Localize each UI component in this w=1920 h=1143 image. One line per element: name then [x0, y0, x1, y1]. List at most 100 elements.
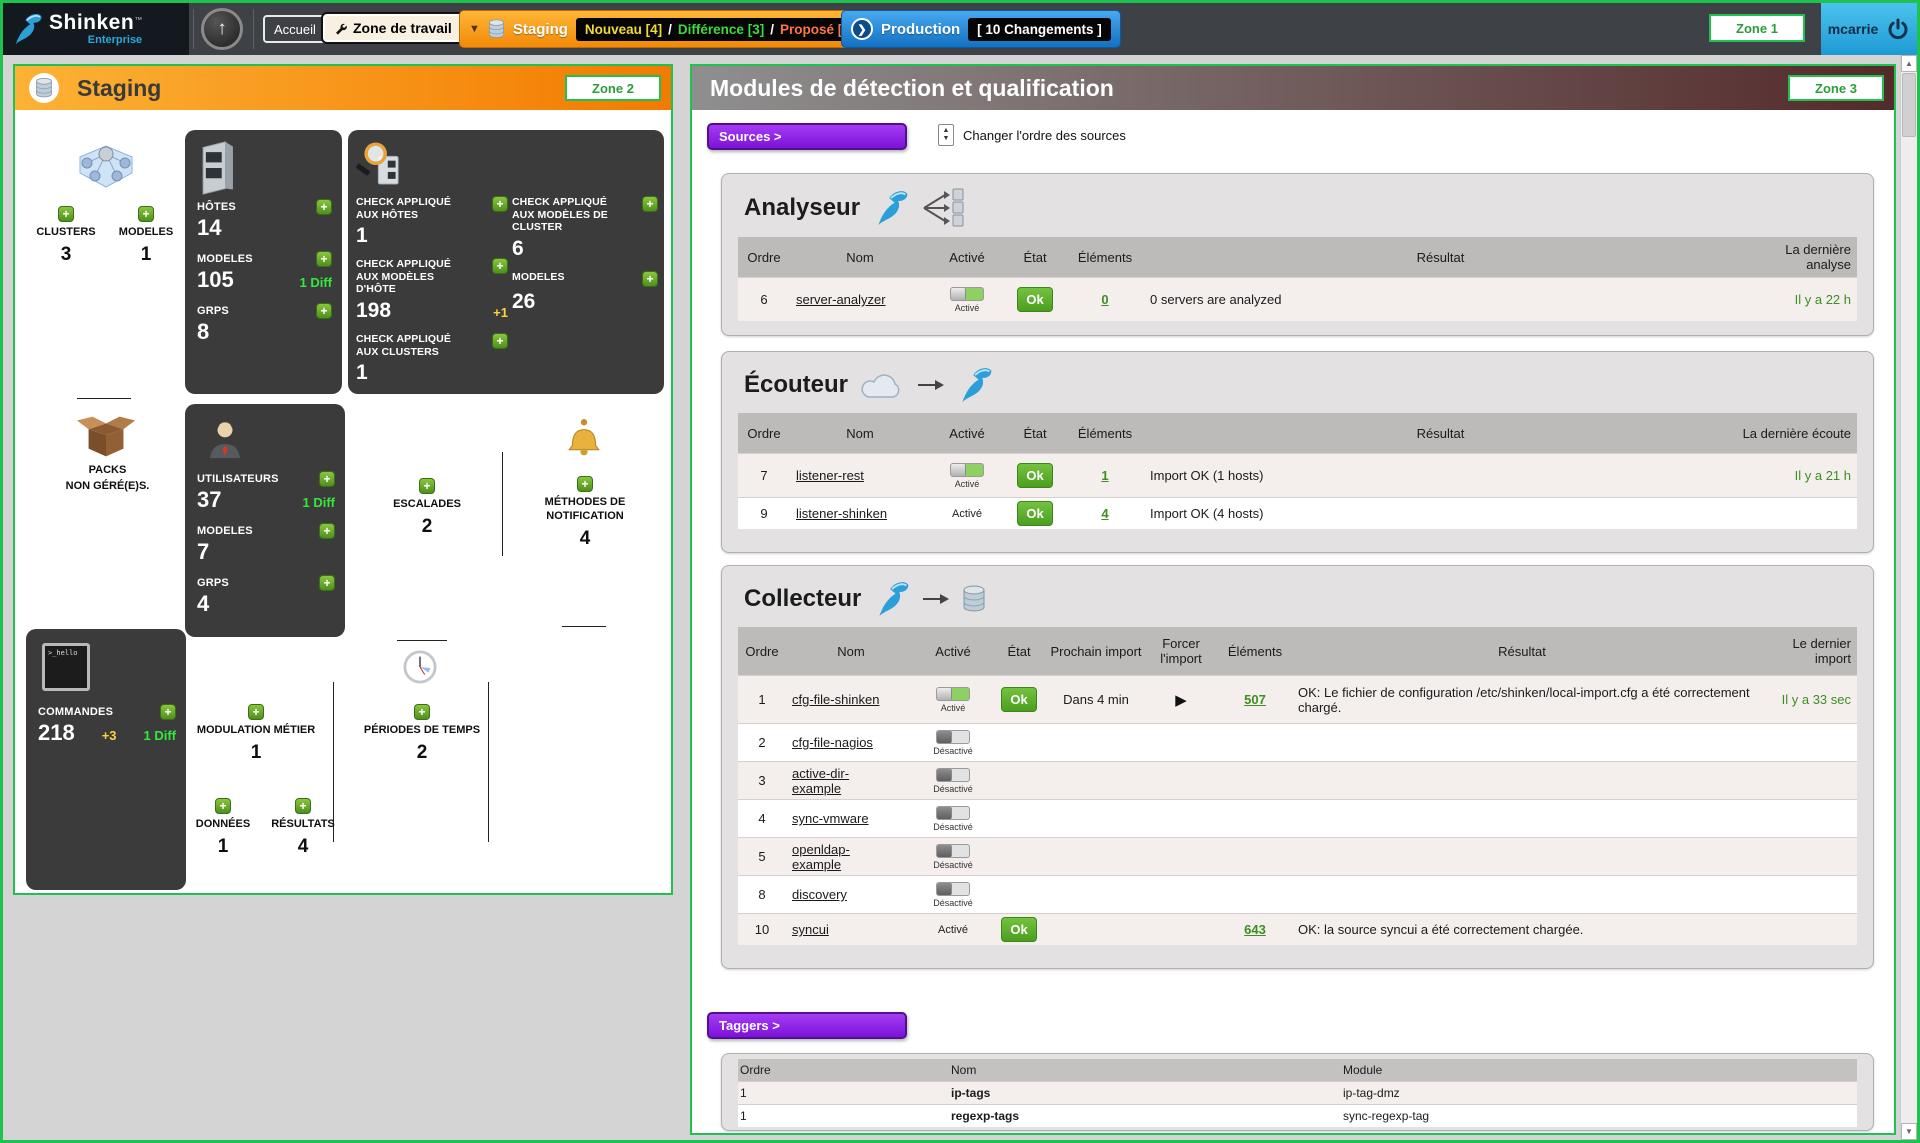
collecteur-card: Collecteur Ordre Nom Activé État Prochai… — [721, 565, 1874, 969]
add-check-model-button[interactable]: + — [642, 271, 658, 287]
production-changes-box[interactable]: [ 10 Changements ] — [968, 18, 1111, 41]
tagger-name[interactable]: regexp-tags — [949, 1105, 1341, 1127]
add-check-cluster-models-button[interactable]: + — [642, 196, 658, 212]
workzone-button[interactable]: Zone de travail — [321, 12, 465, 44]
chevron-down-icon[interactable]: ▼ — [469, 23, 480, 35]
add-escalade-button[interactable]: + — [419, 478, 435, 494]
status-ok-badge: Ok — [1017, 463, 1052, 488]
source-link[interactable]: syncui — [792, 922, 829, 937]
tagger-name[interactable]: ip-tags — [949, 1082, 1341, 1104]
production-selector[interactable]: ❯ Production [ 10 Changements ] — [841, 10, 1121, 48]
go-production-icon[interactable]: ❯ — [851, 18, 873, 40]
inactive-toggle[interactable] — [936, 844, 970, 858]
modules-panel-header: Modules de détection et qualification Zo… — [692, 66, 1894, 110]
terminal-icon: >_hello — [42, 643, 90, 691]
packs-label: PACKS — [89, 464, 127, 478]
timeperiods-value: 2 — [417, 742, 428, 764]
add-user-group-button[interactable]: + — [319, 575, 335, 591]
add-host-model-button[interactable]: + — [316, 251, 332, 267]
force-import-play-icon[interactable]: ▶ — [1175, 691, 1187, 709]
scrollbar-thumb[interactable] — [1902, 73, 1916, 137]
active-toggle[interactable] — [950, 463, 984, 477]
add-result-button[interactable]: + — [295, 798, 311, 814]
commands-row: COMMANDES+ 218+31 Diff — [38, 703, 176, 746]
user-menu[interactable]: mcarrie — [1821, 3, 1917, 55]
add-data-button[interactable]: + — [215, 798, 231, 814]
source-link[interactable]: server-analyzer — [796, 292, 886, 307]
inactive-toggle[interactable] — [936, 730, 970, 744]
elements-link[interactable]: 0 — [1101, 292, 1108, 307]
add-cluster-button[interactable]: + — [58, 206, 74, 222]
divider — [397, 640, 447, 641]
source-link[interactable]: openldap-example — [792, 842, 892, 872]
table-row: 1 regexp-tags sync-regexp-tag — [738, 1104, 1857, 1127]
zone2-badge: Zone 2 — [565, 75, 661, 101]
inactive-toggle[interactable] — [936, 768, 970, 782]
topbar-divider — [193, 9, 194, 49]
staging-panel-body: + CLUSTERS 3 + MODELES 1 HÔTES+ 14 MODEL… — [15, 110, 671, 893]
reorder-sources-control: ▲▼ Changer l'ordre des sources — [938, 124, 1126, 146]
result-text: 0 servers are analyzed — [1144, 278, 1737, 321]
add-check-clusters-button[interactable]: + — [492, 333, 508, 349]
result-text: Import OK (4 hosts) — [1144, 498, 1737, 529]
power-icon[interactable] — [1886, 17, 1910, 41]
table-row: 9 listener-shinken Activé Ok 4 Import OK… — [738, 497, 1857, 529]
elements-link[interactable]: 643 — [1244, 922, 1266, 937]
cluster-models-stat: + MODELES 1 — [107, 206, 185, 266]
home-button[interactable]: Accueil — [263, 15, 327, 43]
add-check-hosts-button[interactable]: + — [492, 196, 508, 212]
data-value: 1 — [218, 836, 229, 858]
user-groups-row: GRPS+ 4 — [197, 574, 335, 617]
escalades-label: ESCALADES — [393, 498, 461, 512]
scrollbar-up-button[interactable]: ▲ — [1901, 55, 1917, 72]
check-host-models-item: CHECK APPLIQUÉ AUX MODÈLES D'HÔTE+ 198+1 — [356, 258, 508, 322]
database-icon — [29, 73, 59, 103]
add-check-host-models-button[interactable]: + — [492, 258, 508, 274]
analyseur-card: Analyseur Ordre Nom Activé État Éléments… — [721, 173, 1874, 336]
add-command-button[interactable]: + — [160, 704, 176, 720]
fanout-servers-icon — [922, 187, 966, 229]
shinken-logo[interactable]: Shinken™ Enterprise — [3, 3, 189, 55]
inactive-toggle[interactable] — [936, 806, 970, 820]
collecteur-table-header: Ordre Nom Activé État Prochain import Fo… — [738, 627, 1857, 675]
tagger-module: ip-tag-dmz — [1341, 1082, 1857, 1104]
packs-stat[interactable]: PACKS NON GÉRÉ(E)S. — [50, 464, 165, 494]
table-row: 6 server-analyzer Activé Ok 0 0 servers … — [738, 277, 1857, 321]
sort-order-icon[interactable]: ▲▼ — [938, 124, 954, 146]
add-timeperiod-button[interactable]: + — [414, 704, 430, 720]
result-text: OK: Le fichier de configuration /etc/shi… — [1292, 676, 1752, 723]
add-host-group-button[interactable]: + — [316, 303, 332, 319]
elements-link[interactable]: 4 — [1101, 506, 1108, 521]
results-label: RÉSULTATS — [271, 818, 335, 832]
staging-changes-box[interactable]: Nouveau [4] / Différence [3] / Proposé [… — [576, 18, 863, 41]
scrollbar-down-button[interactable]: ▼ — [1901, 1123, 1917, 1140]
add-business-modulation-button[interactable]: + — [248, 704, 264, 720]
source-link[interactable]: sync-vmware — [792, 811, 869, 826]
source-link[interactable]: listener-shinken — [796, 506, 887, 521]
source-link[interactable]: cfg-file-shinken — [792, 692, 879, 707]
add-cluster-model-button[interactable]: + — [138, 206, 154, 222]
add-notification-method-button[interactable]: + — [577, 476, 593, 492]
staging-selector[interactable]: ▼ Staging Nouveau [4] / Différence [3] /… — [459, 10, 873, 48]
result-text: OK: la source syncui a été correctement … — [1292, 914, 1752, 945]
elements-link[interactable]: 1 — [1101, 468, 1108, 483]
reorder-sources-label: Changer l'ordre des sources — [963, 128, 1126, 143]
elements-link[interactable]: 507 — [1244, 692, 1266, 707]
source-link[interactable]: discovery — [792, 887, 847, 902]
taggers-button[interactable]: Taggers > — [707, 1012, 907, 1039]
add-user-model-button[interactable]: + — [319, 523, 335, 539]
sources-button[interactable]: Sources > — [707, 123, 907, 150]
active-toggle[interactable] — [950, 287, 984, 301]
brand-name: Shinken — [49, 11, 134, 34]
add-host-button[interactable]: + — [316, 199, 332, 215]
timeperiods-label: PÉRIODES DE TEMPS — [364, 724, 480, 738]
source-link[interactable]: active-dir-example — [792, 766, 892, 796]
inactive-toggle[interactable] — [936, 882, 970, 896]
add-user-button[interactable]: + — [319, 471, 335, 487]
source-link[interactable]: listener-rest — [796, 468, 864, 483]
scroll-top-button[interactable]: ↑ — [201, 8, 243, 50]
source-link[interactable]: cfg-file-nagios — [792, 735, 873, 750]
active-toggle[interactable] — [936, 687, 970, 701]
user-icon — [205, 416, 245, 462]
page-scrollbar[interactable]: ▲ ▼ — [1900, 55, 1917, 1140]
